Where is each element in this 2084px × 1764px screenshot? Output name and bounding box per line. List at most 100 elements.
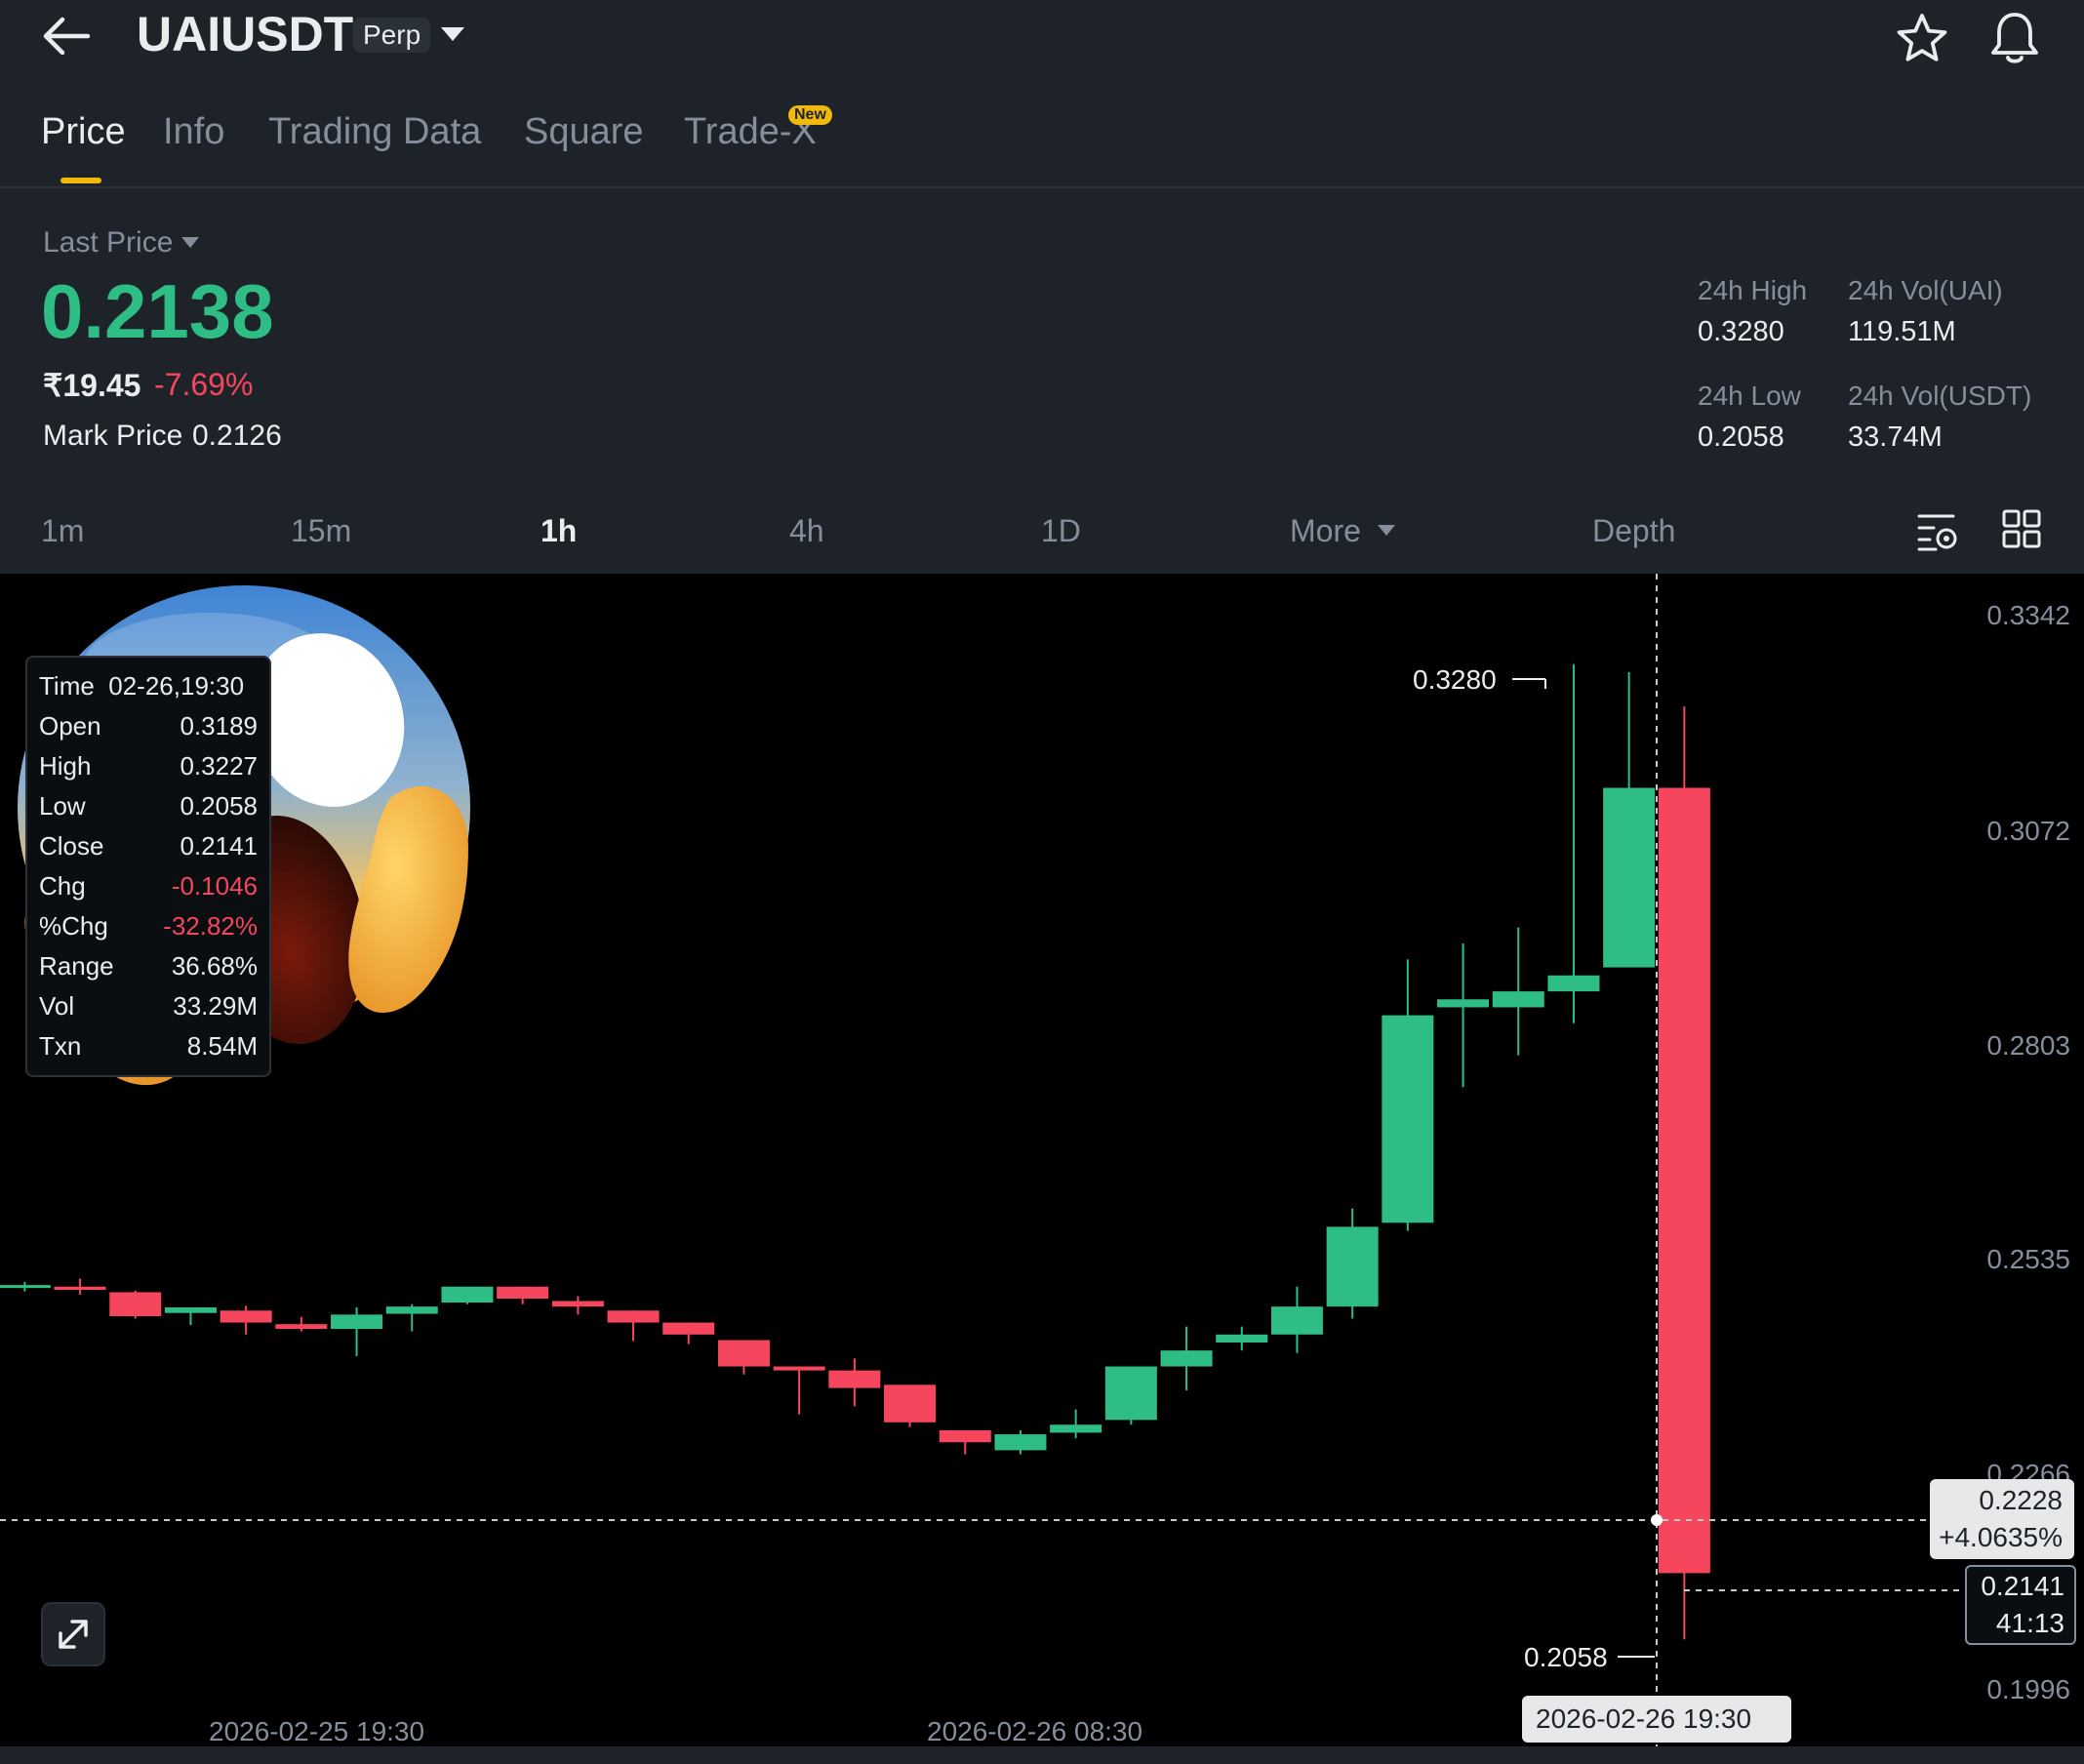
interval-more[interactable]: More xyxy=(1290,513,1361,549)
symbol-title[interactable]: UAIUSDT xyxy=(137,6,353,62)
candle-body xyxy=(884,1384,937,1423)
candle[interactable] xyxy=(1270,1286,1323,1353)
candle[interactable] xyxy=(662,1322,715,1344)
candle[interactable] xyxy=(331,1307,383,1356)
candle-body xyxy=(551,1301,604,1307)
candle[interactable] xyxy=(1050,1409,1102,1439)
candle[interactable] xyxy=(109,1290,162,1319)
tab-trading-data[interactable]: Trading Data xyxy=(268,111,481,153)
candle-body xyxy=(1382,1015,1434,1223)
candle[interactable] xyxy=(1547,663,1600,1023)
ohlc-key: Open xyxy=(39,711,101,741)
ohlc-key: %Chg xyxy=(39,911,108,941)
interval-depth[interactable]: Depth xyxy=(1592,513,1675,549)
candle[interactable] xyxy=(1104,1366,1157,1425)
interval-4h[interactable]: 4h xyxy=(789,513,824,549)
candle[interactable] xyxy=(994,1429,1047,1455)
x-axis-label: 2026-02-26 08:30 xyxy=(927,1716,1142,1746)
candle[interactable] xyxy=(0,1281,51,1292)
vol-base-value: 119.51M xyxy=(1848,316,1956,347)
candle[interactable] xyxy=(717,1340,770,1375)
candle[interactable] xyxy=(939,1429,991,1455)
candle-body xyxy=(1492,991,1544,1008)
candle[interactable] xyxy=(1603,671,1656,968)
candle[interactable] xyxy=(441,1286,494,1304)
candle-body xyxy=(1104,1366,1157,1421)
expand-chart-button[interactable] xyxy=(41,1602,105,1666)
low-24h-label: 24h Low xyxy=(1698,381,1801,411)
ohlc-value: 0.3227 xyxy=(180,751,258,781)
grid-layout-icon[interactable] xyxy=(2002,509,2041,548)
interval-15m[interactable]: 15m xyxy=(291,513,351,549)
fiat-price: ₹19.45 xyxy=(43,368,141,403)
chart-settings-icon[interactable] xyxy=(1916,509,1959,552)
ohlc-value: 0.2141 xyxy=(180,831,258,861)
crosshair-time: 2026-02-26 19:30 xyxy=(1536,1704,1752,1734)
low-24h-value: 0.2058 xyxy=(1698,421,1784,453)
bell-icon[interactable] xyxy=(1986,10,2043,66)
candle-body xyxy=(828,1370,881,1388)
ohlc-time: Time 02-26,19:30 xyxy=(39,671,245,701)
candle-body xyxy=(331,1314,383,1330)
interval-1d[interactable]: 1D xyxy=(1041,513,1081,549)
y-axis-tick-label: 0.3072 xyxy=(1986,816,2070,846)
interval-1m[interactable]: 1m xyxy=(41,513,84,549)
candle[interactable] xyxy=(773,1366,825,1415)
price-change-percent: -7.69% xyxy=(154,367,254,402)
candle[interactable] xyxy=(54,1278,106,1295)
vol-quote-label: 24h Vol(USDT) xyxy=(1848,381,2032,411)
candle-body xyxy=(1326,1226,1379,1307)
tab-price[interactable]: Price xyxy=(41,111,126,153)
candle[interactable] xyxy=(164,1307,217,1326)
candle[interactable] xyxy=(275,1316,328,1332)
candle[interactable] xyxy=(1326,1208,1379,1319)
candle[interactable] xyxy=(828,1358,881,1407)
candle[interactable] xyxy=(497,1286,549,1304)
candle-body xyxy=(220,1310,272,1323)
candle[interactable] xyxy=(551,1296,604,1315)
ohlc-value: 36.68% xyxy=(171,951,258,981)
current-price: 0.2141 xyxy=(1981,1571,2064,1601)
candle[interactable] xyxy=(607,1310,660,1342)
candle-body xyxy=(1270,1306,1323,1335)
ohlc-key: Range xyxy=(39,951,114,981)
candle-body xyxy=(164,1307,217,1313)
tab-info[interactable]: Info xyxy=(163,111,224,153)
active-tab-indicator xyxy=(60,178,101,183)
y-axis-tick-label: 0.2535 xyxy=(1986,1244,2070,1274)
high-24h-label: 24h High xyxy=(1698,275,1808,305)
candle[interactable] xyxy=(220,1305,272,1335)
low-marker-label: 0.2058 xyxy=(1524,1642,1608,1672)
current-price-tag: 0.2141 41:13 xyxy=(1965,1565,2076,1645)
candle[interactable] xyxy=(1492,927,1544,1056)
candle[interactable] xyxy=(1216,1326,1268,1351)
ohlc-key: Vol xyxy=(39,991,75,1021)
high-marker-label: 0.3280 xyxy=(1413,664,1497,695)
bottom-bar xyxy=(0,1746,2084,1764)
caret-down-icon[interactable] xyxy=(1378,525,1395,536)
star-icon[interactable] xyxy=(1895,12,1949,66)
vol-base-label: 24h Vol(UAI) xyxy=(1848,275,2003,305)
candle[interactable] xyxy=(1437,943,1490,1088)
new-badge: New xyxy=(788,105,832,125)
candle-body xyxy=(0,1285,51,1289)
candle[interactable] xyxy=(884,1384,937,1427)
last-price-label[interactable]: Last Price xyxy=(43,226,173,260)
candle-body xyxy=(1658,787,1710,1574)
interval-1h[interactable]: 1h xyxy=(541,513,577,549)
caret-down-icon[interactable] xyxy=(441,27,464,41)
candle-body xyxy=(1437,999,1490,1008)
candle-body xyxy=(994,1434,1047,1451)
candle[interactable] xyxy=(385,1303,438,1332)
y-axis-tick-label: 0.2803 xyxy=(1986,1030,2070,1061)
caret-down-icon[interactable] xyxy=(181,237,199,248)
mark-price-value: 0.2126 xyxy=(192,420,282,452)
candle[interactable] xyxy=(1382,959,1434,1231)
candlestick-chart[interactable]: 0.3342 0.3072 0.2803 0.2535 0.2266 0.1996 0.3… xyxy=(0,574,2084,1746)
back-arrow-icon[interactable] xyxy=(41,14,92,59)
candle-body xyxy=(773,1366,825,1371)
tab-square[interactable]: Square xyxy=(524,111,644,153)
candle[interactable] xyxy=(1658,706,1710,1640)
ohlc-value: 0.2058 xyxy=(180,791,258,821)
candle[interactable] xyxy=(1160,1326,1213,1391)
